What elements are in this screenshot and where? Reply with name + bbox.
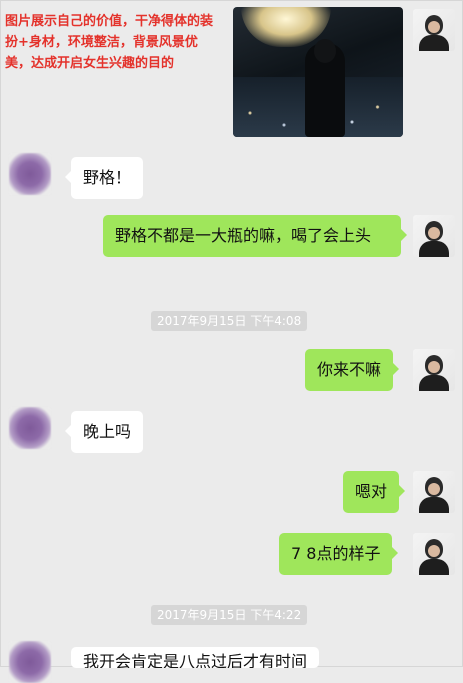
message-bubble[interactable]: 7 8点的样子	[279, 533, 399, 575]
self-avatar[interactable]	[413, 471, 455, 513]
message-bubble[interactable]: 野格不都是一大瓶的嘛，喝了会上头	[103, 215, 407, 257]
message-bubble[interactable]: 我开会肯定是八点过后才有时间	[71, 647, 320, 668]
self-avatar[interactable]	[413, 215, 455, 257]
message-timestamp: 2017年9月15日 下午4:22	[151, 605, 308, 625]
contact-avatar[interactable]	[9, 641, 51, 683]
self-avatar[interactable]	[413, 9, 455, 51]
message-bubble[interactable]: 晚上吗	[64, 411, 144, 453]
photo-person	[305, 39, 345, 137]
message-bubble[interactable]: 你来不嘛	[305, 349, 400, 391]
self-avatar[interactable]	[413, 533, 455, 575]
contact-avatar[interactable]	[9, 407, 51, 449]
chat-screen: 图片展示自己的价值，干净得体的装扮+身材，环境整洁，背景风景优美，达成开启女生兴…	[0, 0, 463, 683]
annotation-text: 图片展示自己的价值，干净得体的装扮+身材，环境整洁，背景风景优美，达成开启女生兴…	[5, 14, 214, 71]
self-avatar[interactable]	[413, 349, 455, 391]
message-bubble[interactable]: 野格！	[64, 157, 144, 199]
contact-avatar[interactable]	[9, 153, 51, 195]
message-timestamp: 2017年9月15日 下午4:08	[151, 311, 308, 331]
shared-photo[interactable]	[233, 7, 403, 137]
message-bubble[interactable]: 嗯对	[343, 471, 406, 513]
